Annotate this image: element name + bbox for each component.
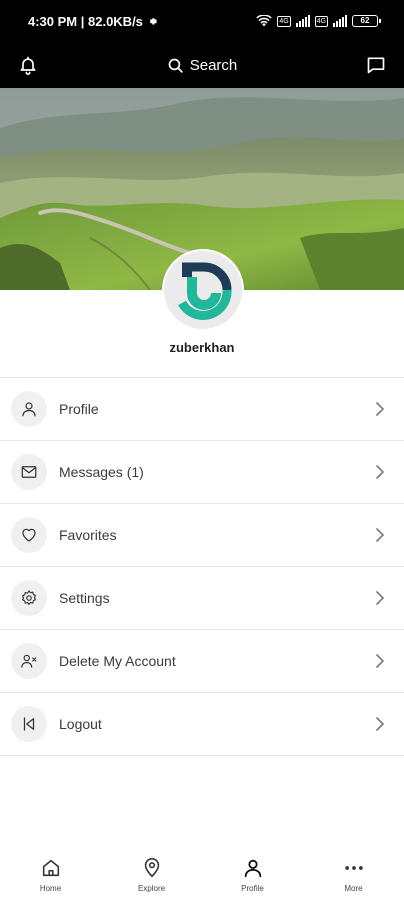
menu-icon-circle <box>11 454 47 490</box>
menu-icon-circle <box>11 517 47 553</box>
app-screen: 4:30 PM | 82.0KB/s 4G 4G 62 Search zuber… <box>0 0 404 900</box>
chevron-right-icon <box>372 590 388 606</box>
nav-item-label: More <box>344 884 363 893</box>
top-bar: Search <box>0 42 404 88</box>
profile-menu: Profile Messages (1) Favorites Settings … <box>0 377 404 756</box>
menu-item-messages[interactable]: Messages (1) <box>0 441 404 504</box>
notifications-button[interactable] <box>16 53 40 77</box>
nav-item-home[interactable]: Home <box>0 848 101 900</box>
heart-icon <box>22 528 36 542</box>
sim1-badge: 4G <box>277 15 291 27</box>
nav-item-label: Explore <box>137 884 166 893</box>
menu-icon-circle <box>11 580 47 616</box>
menu-item-settings[interactable]: Settings <box>0 567 404 630</box>
battery-level: 62 <box>360 16 370 25</box>
menu-item-profile[interactable]: Profile <box>0 378 404 441</box>
menu-item-label: Messages (1) <box>59 464 144 480</box>
avatar[interactable] <box>162 249 244 331</box>
user-remove-icon <box>21 654 37 668</box>
status-left: 4:30 PM | 82.0KB/s <box>28 14 158 29</box>
menu-item-label: Logout <box>59 716 102 732</box>
menu-icon-circle <box>11 391 47 427</box>
username: zuberkhan <box>169 340 235 355</box>
status-right: 4G 4G 62 <box>256 15 381 27</box>
menu-item-favorites[interactable]: Favorites <box>0 504 404 567</box>
wifi-icon <box>256 15 273 27</box>
menu-item-logout[interactable]: Logout <box>0 693 404 756</box>
battery-icon: 62 <box>352 15 381 27</box>
menu-item-delete-account[interactable]: Delete My Account <box>0 630 404 693</box>
home-icon <box>39 856 63 880</box>
chevron-right-icon <box>372 653 388 669</box>
status-bar: 4:30 PM | 82.0KB/s 4G 4G 62 <box>0 0 404 42</box>
chevron-right-icon <box>372 464 388 480</box>
chat-icon <box>367 57 385 74</box>
search-button[interactable]: Search <box>167 56 238 74</box>
signal-icon <box>295 15 310 27</box>
bell-icon <box>20 56 36 75</box>
signal-icon <box>333 15 347 27</box>
settings-gear-status-icon <box>149 17 157 25</box>
chevron-right-icon <box>372 401 388 417</box>
menu-item-label: Profile <box>59 401 99 417</box>
nav-item-label: Home <box>39 884 62 893</box>
mail-icon <box>21 466 37 478</box>
menu-icon-circle <box>11 643 47 679</box>
search-label: Search <box>189 56 238 74</box>
menu-item-label: Favorites <box>59 527 117 543</box>
gear-icon <box>22 590 36 605</box>
nav-item-label: Profile <box>241 884 264 893</box>
chevron-right-icon <box>372 527 388 543</box>
menu-icon-circle <box>11 706 47 742</box>
location-pin-icon <box>140 856 164 880</box>
user-icon <box>241 856 265 880</box>
sim2-badge: 4G <box>314 15 328 27</box>
logout-icon <box>23 717 35 731</box>
menu-item-label: Delete My Account <box>59 653 176 669</box>
brand-logo-icon <box>178 262 232 320</box>
user-icon <box>22 402 36 417</box>
messages-button[interactable] <box>364 53 388 77</box>
more-dots-icon <box>342 856 366 880</box>
chevron-right-icon <box>372 716 388 732</box>
nav-item-explore[interactable]: Explore <box>101 848 202 900</box>
menu-item-label: Settings <box>59 590 110 606</box>
search-icon <box>168 58 183 73</box>
status-time-speed: 4:30 PM | 82.0KB/s <box>28 13 143 29</box>
bottom-nav: Home Explore Profile More <box>0 848 404 900</box>
nav-item-profile[interactable]: Profile <box>202 848 303 900</box>
nav-item-more[interactable]: More <box>303 848 404 900</box>
